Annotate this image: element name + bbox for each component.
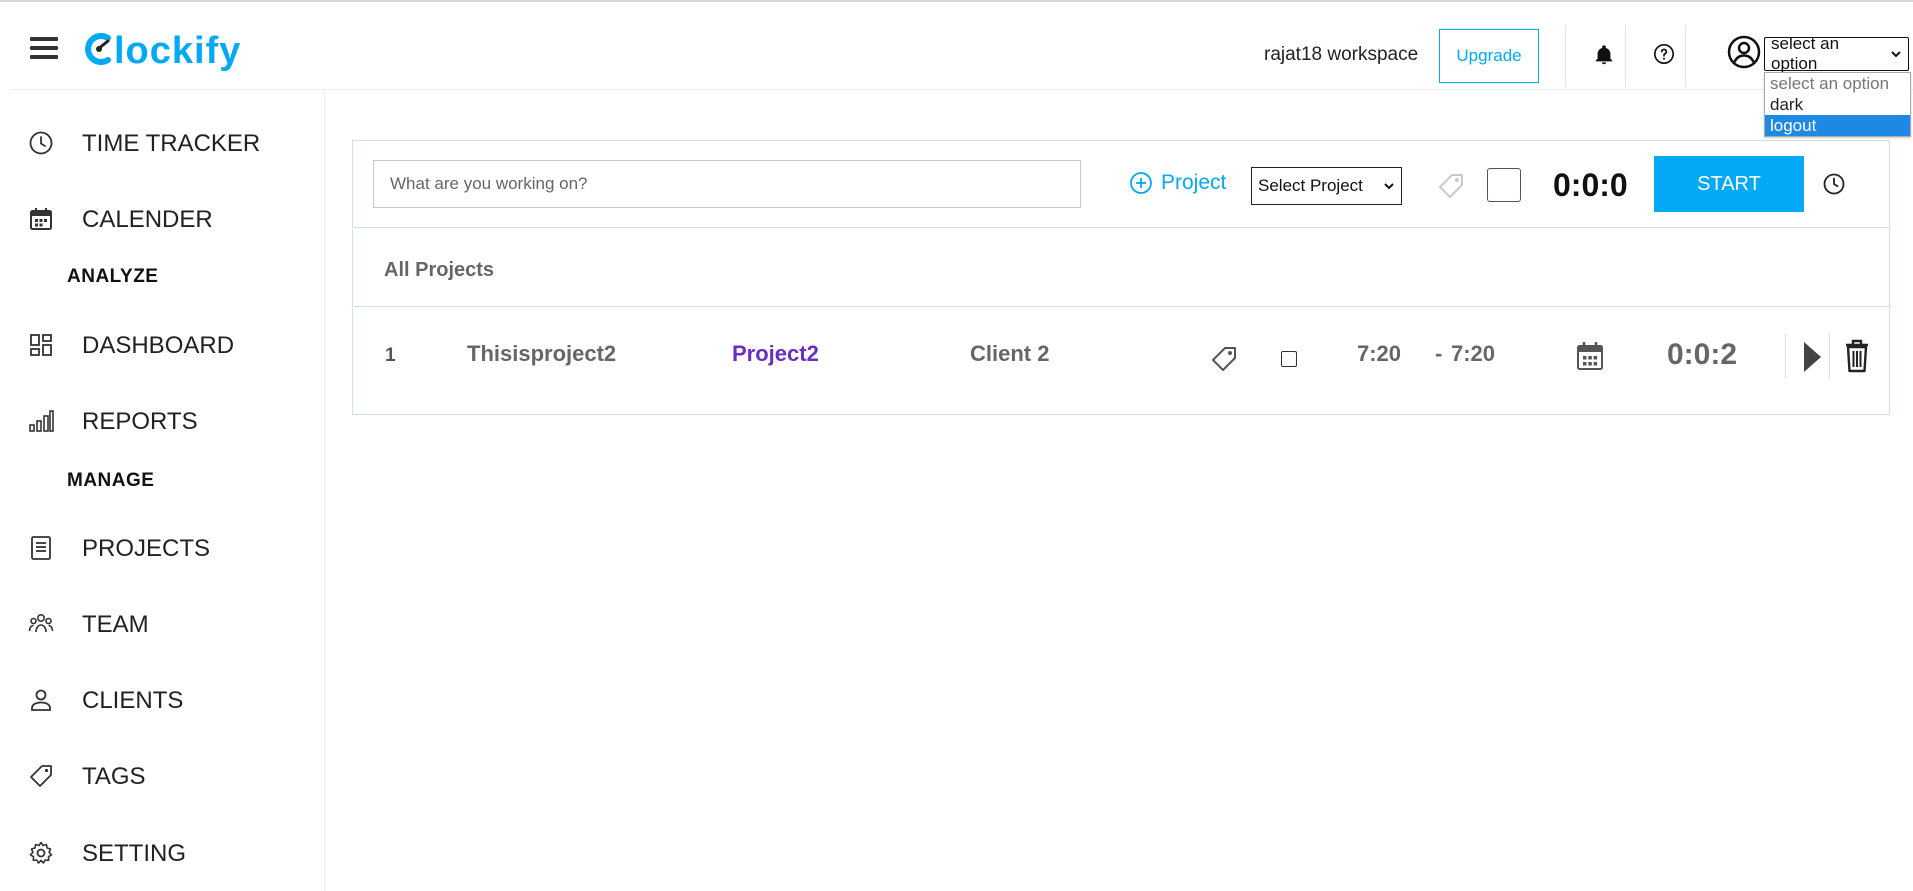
workspace-name[interactable]: rajat18 workspace [1264, 44, 1418, 66]
sidebar-item-label: SETTING [82, 840, 187, 867]
sidebar-item-dashboard[interactable]: DASHBOARD [28, 332, 234, 359]
team-icon [28, 613, 54, 633]
calendar-icon[interactable] [1575, 340, 1605, 372]
row-divider [1785, 333, 1786, 379]
calendar-icon [30, 208, 52, 230]
chevron-down-icon [1384, 183, 1394, 190]
sidebar-item-setting[interactable]: SETTING [28, 840, 186, 867]
hamburger-menu-icon[interactable] [30, 37, 58, 61]
tag-icon[interactable] [1209, 344, 1239, 374]
sidebar-item-calender[interactable]: CALENDER [28, 206, 213, 233]
projects-section-header: All Projects [352, 229, 1890, 307]
sidebar-item-label: PROJECTS [82, 535, 211, 562]
logo-mark-icon [85, 33, 111, 65]
help-icon[interactable] [1653, 43, 1675, 65]
sidebar-item-projects[interactable]: PROJECTS [28, 535, 210, 562]
sidebar-item-label: DASHBOARD [82, 332, 235, 359]
sidebar-item-label: TEAM [82, 611, 149, 638]
header-divider [1685, 25, 1686, 87]
play-icon[interactable] [1800, 338, 1824, 376]
add-project-button[interactable]: Project [1129, 171, 1226, 195]
start-button[interactable]: START [1654, 156, 1804, 212]
app-header: lockify rajat18 workspace Upgrade select… [10, 3, 1913, 137]
gear-icon [29, 841, 53, 864]
dashboard-icon [30, 334, 52, 356]
trash-icon[interactable] [1843, 338, 1871, 374]
tag-icon[interactable] [1436, 171, 1466, 201]
section-heading-manage: MANAGE [67, 470, 155, 491]
sidebar-item-team[interactable]: TEAM [28, 611, 149, 638]
document-icon [31, 536, 51, 560]
entry-description[interactable]: Thisisproject2 [467, 341, 616, 367]
time-tracker-bar: Project Select Project 0:0:0 START [352, 140, 1890, 228]
sidebar: TIME TRACKER CALENDER ANALYZE DASHBOARD [10, 90, 325, 891]
project-select[interactable]: Select Project [1251, 167, 1402, 205]
bell-icon[interactable] [1593, 43, 1615, 67]
sidebar-item-reports[interactable]: REPORTS [28, 408, 198, 435]
entry-end-time[interactable]: 7:20 [1451, 341, 1495, 367]
dropdown-option-logout[interactable]: logout [1765, 115, 1910, 136]
task-description-input[interactable] [373, 160, 1081, 208]
sidebar-item-label: CLIENTS [82, 687, 184, 714]
projects-title: All Projects [384, 259, 495, 281]
sidebar-item-label: TIME TRACKER [82, 130, 261, 157]
plus-circle-icon [1130, 172, 1152, 194]
upgrade-button[interactable]: Upgrade [1439, 29, 1539, 83]
clockify-logo[interactable]: lockify [84, 30, 241, 73]
project-select-value: Select Project [1258, 176, 1363, 195]
entry-duration: 0:0:2 [1667, 338, 1738, 371]
entry-project[interactable]: Project2 [732, 341, 819, 367]
row-divider [1829, 333, 1830, 379]
header-divider [1625, 25, 1626, 87]
sidebar-item-time-tracker[interactable]: TIME TRACKER [28, 130, 260, 157]
bar-chart-icon [29, 410, 54, 432]
entry-number: 1 [385, 345, 396, 366]
add-project-label: Project [1161, 171, 1227, 194]
user-avatar-icon[interactable] [1727, 35, 1761, 69]
billable-checkbox[interactable] [1281, 351, 1297, 367]
chevron-down-icon [1891, 51, 1901, 58]
sidebar-item-label: TAGS [82, 763, 146, 790]
header-divider [1565, 25, 1566, 87]
clock-icon [29, 131, 53, 155]
user-options-dropdown: select an option dark logout [1764, 72, 1911, 137]
sidebar-item-tags[interactable]: TAGS [28, 763, 146, 790]
dropdown-option-placeholder[interactable]: select an option [1765, 73, 1910, 94]
user-select-value: select an option [1771, 34, 1840, 73]
logo-text: lockify [114, 30, 242, 72]
entry-client: Client 2 [970, 341, 1050, 366]
dropdown-option-dark[interactable]: dark [1765, 94, 1910, 115]
top-border [0, 0, 1913, 2]
tag-icon [30, 765, 52, 787]
billable-checkbox[interactable] [1487, 168, 1521, 202]
sidebar-item-clients[interactable]: CLIENTS [28, 687, 183, 714]
user-options-select[interactable]: select an option [1764, 34, 1909, 73]
table-row: 1 Thisisproject2 Project2 Client 2 7:20 … [352, 308, 1890, 415]
clock-icon[interactable] [1822, 172, 1846, 196]
sidebar-item-label: CALENDER [82, 206, 213, 233]
sidebar-item-label: REPORTS [82, 408, 198, 435]
timer-display: 0:0:0 [1553, 167, 1628, 203]
entry-start-time[interactable]: 7:20 [1357, 341, 1401, 367]
section-heading-analyze: ANALYZE [67, 266, 159, 287]
time-separator: - [1435, 341, 1443, 366]
user-icon [31, 689, 51, 711]
